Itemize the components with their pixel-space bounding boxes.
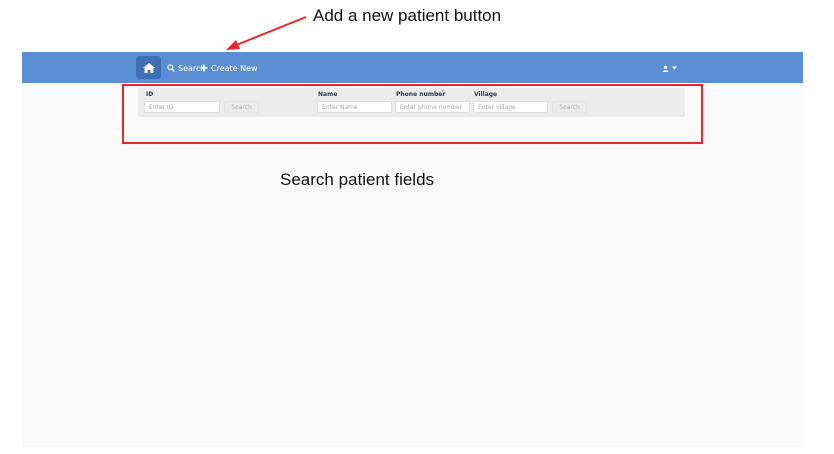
user-icon bbox=[662, 65, 669, 72]
home-button[interactable] bbox=[136, 56, 161, 79]
create-new-label: Create New bbox=[211, 63, 258, 73]
id-search-button[interactable]: Search bbox=[224, 101, 259, 113]
plus-icon bbox=[200, 64, 208, 72]
app-window: Search Create New ID Search Name Phone n… bbox=[22, 52, 803, 447]
search-button[interactable]: Search bbox=[552, 101, 587, 113]
id-label: ID bbox=[146, 91, 154, 98]
user-menu-dropdown[interactable] bbox=[662, 61, 677, 75]
phone-number-label: Phone number bbox=[396, 91, 446, 98]
caret-down-icon bbox=[672, 66, 677, 70]
top-navbar: Search Create New bbox=[22, 52, 803, 83]
annotation-top-caption: Add a new patient button bbox=[313, 6, 502, 25]
annotation-bottom-caption: Search patient fields bbox=[280, 170, 435, 189]
home-icon bbox=[142, 62, 155, 73]
village-input[interactable] bbox=[473, 101, 548, 113]
id-input[interactable] bbox=[144, 101, 220, 113]
patient-search-panel: ID Search Name Phone number Village Sear… bbox=[138, 88, 685, 117]
search-icon bbox=[167, 64, 175, 72]
village-label: Village bbox=[474, 91, 498, 98]
name-input[interactable] bbox=[317, 101, 392, 113]
phone-number-input[interactable] bbox=[395, 101, 470, 113]
name-label: Name bbox=[318, 91, 338, 98]
create-new-button[interactable]: Create New bbox=[200, 61, 258, 75]
